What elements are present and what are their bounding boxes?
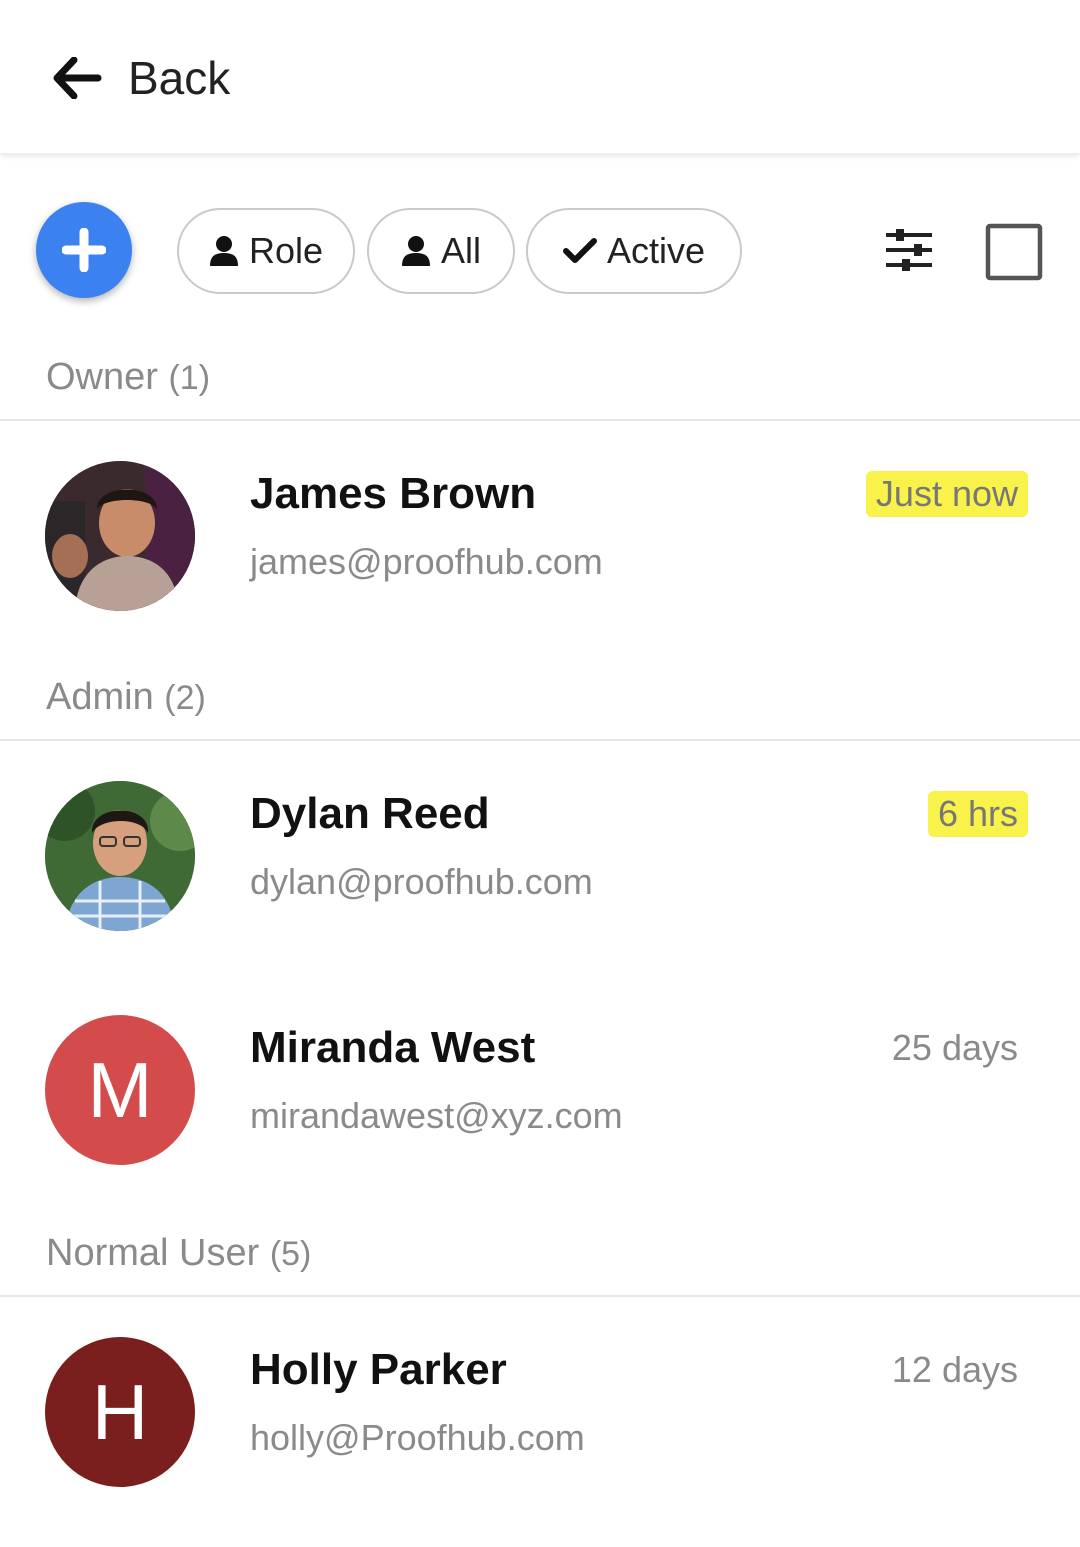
section-header-owner: Owner (1)	[0, 341, 1080, 421]
plus-icon	[62, 228, 106, 272]
last-active-badge: 6 hrs	[927, 791, 1028, 837]
avatar-initial: H	[91, 1367, 149, 1456]
user-name: Holly Parker	[250, 1345, 507, 1394]
select-all-checkbox[interactable]	[985, 223, 1043, 286]
section-title: Admin (2)	[46, 676, 206, 719]
last-active-badge: Just now	[865, 471, 1028, 517]
back-label: Back	[128, 52, 231, 104]
section-title-text: Owner	[46, 356, 158, 398]
avatar	[45, 461, 195, 611]
add-user-button[interactable]	[36, 202, 132, 298]
role-filter-chip[interactable]: Role	[177, 208, 355, 294]
section-title-text: Normal User	[46, 1232, 260, 1274]
section-title: Owner (1)	[46, 356, 210, 399]
avatar-photo	[45, 781, 195, 931]
user-email: dylan@proofhub.com	[250, 861, 593, 902]
user-row[interactable]: James Brown james@proofhub.com Just now	[0, 421, 1080, 655]
user-email: mirandawest@xyz.com	[250, 1095, 623, 1136]
avatar-photo	[45, 461, 195, 611]
arrow-left-icon	[53, 57, 102, 99]
last-active-text: 12 days	[891, 1349, 1018, 1390]
active-filter-chip[interactable]: Active	[526, 208, 742, 294]
user-name: Miranda West	[250, 1023, 536, 1072]
user-icon	[209, 236, 238, 266]
avatar-initial: M	[87, 1045, 153, 1134]
back-button[interactable]: Back	[52, 40, 230, 116]
avatar: H	[45, 1337, 195, 1487]
user-row[interactable]: Dylan Reed dylan@proofhub.com 6 hrs	[0, 741, 1080, 975]
all-filter-chip[interactable]: All	[367, 208, 515, 294]
section-title-text: Admin	[46, 676, 154, 718]
role-filter-label: Role	[248, 230, 324, 271]
filter-toolbar: Role All Active	[0, 153, 1080, 341]
user-row[interactable]: H Holly Parker holly@Proofhub.com 12 day…	[0, 1297, 1080, 1531]
app-header: Back	[0, 0, 1080, 153]
sliders-icon	[886, 229, 932, 271]
active-filter-label: Active	[606, 230, 706, 271]
check-icon	[562, 238, 597, 263]
user-icon	[401, 236, 430, 266]
avatar: M	[45, 1015, 195, 1165]
section-header-admin: Admin (2)	[0, 655, 1080, 741]
all-filter-label: All	[440, 230, 481, 271]
section-count: (1)	[168, 359, 211, 397]
user-name: James Brown	[250, 469, 537, 518]
last-active-text: 25 days	[891, 1027, 1018, 1068]
user-email: james@proofhub.com	[250, 541, 603, 582]
filter-settings-button[interactable]	[884, 228, 934, 277]
user-row[interactable]: M Miranda West mirandawest@xyz.com 25 da…	[0, 975, 1080, 1209]
checkbox-icon	[985, 223, 1043, 281]
user-name: Dylan Reed	[250, 789, 490, 838]
section-count: (5)	[269, 1235, 312, 1273]
section-header-normal-user: Normal User (5)	[0, 1209, 1080, 1297]
avatar	[45, 781, 195, 931]
section-count: (2)	[164, 679, 206, 717]
user-email: holly@Proofhub.com	[250, 1417, 585, 1458]
section-title: Normal User (5)	[46, 1232, 311, 1275]
